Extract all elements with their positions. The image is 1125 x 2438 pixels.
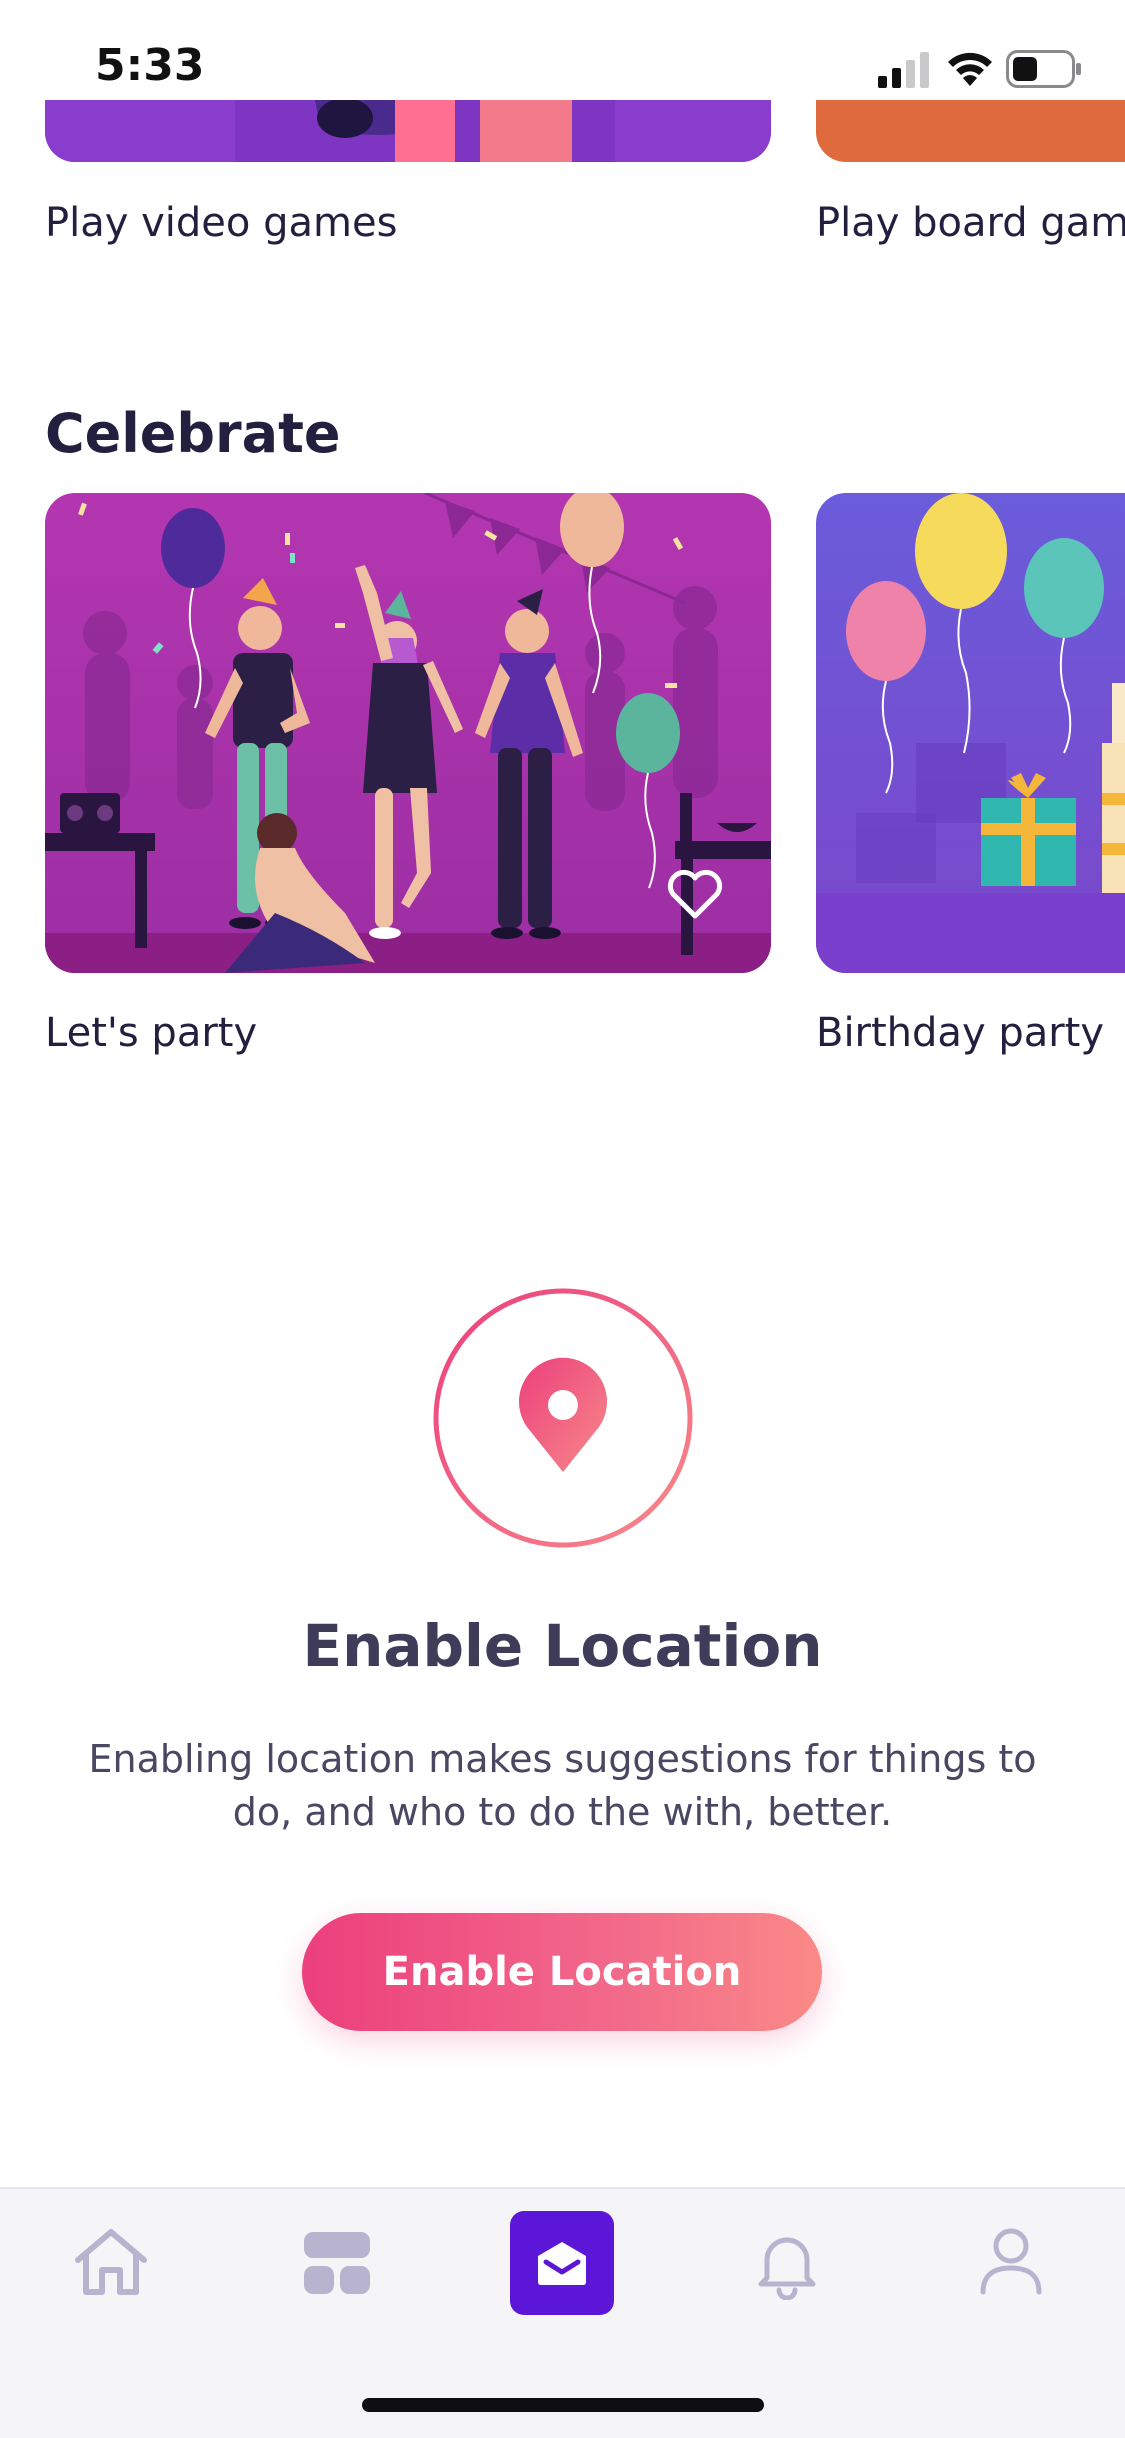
- grid-icon: [304, 2232, 370, 2294]
- location-pin-icon: [432, 1287, 694, 1553]
- birthday-party-card-image[interactable]: [816, 493, 1125, 973]
- wifi-icon: [946, 48, 994, 92]
- description-line-2: do, and who to do the with, better.: [232, 1790, 893, 1834]
- board-games-label[interactable]: Play board gam: [816, 200, 1125, 246]
- bell-icon: [758, 2237, 816, 2301]
- board-games-card-image[interactable]: [816, 100, 1125, 162]
- tab-inbox[interactable]: [510, 2211, 614, 2315]
- lets-party-label[interactable]: Let's party: [45, 1010, 257, 1056]
- section-title-celebrate: Celebrate: [45, 402, 341, 465]
- tab-profile[interactable]: [978, 2226, 1044, 2300]
- status-time: 5:33: [95, 40, 205, 91]
- cellular-signal-icon: [878, 50, 934, 92]
- birthday-party-label[interactable]: Birthday party: [816, 1010, 1104, 1056]
- enable-location-description: Enabling location makes suggestions for …: [80, 1733, 1045, 1839]
- lets-party-card-image[interactable]: [45, 493, 771, 973]
- inbox-icon: [538, 2242, 586, 2285]
- home-indicator[interactable]: [362, 2398, 764, 2412]
- tab-explore[interactable]: [302, 2230, 372, 2300]
- profile-icon: [980, 2228, 1042, 2295]
- tab-notifications[interactable]: [755, 2228, 819, 2304]
- tab-home[interactable]: [70, 2226, 152, 2302]
- description-line-1: Enabling location makes suggestions for …: [88, 1737, 1037, 1781]
- video-games-label[interactable]: Play video games: [45, 200, 397, 246]
- home-icon: [75, 2229, 147, 2295]
- video-games-card-image[interactable]: [45, 100, 771, 162]
- enable-location-button[interactable]: Enable Location: [302, 1913, 822, 2031]
- heart-icon[interactable]: [665, 866, 725, 926]
- enable-location-title: Enable Location: [302, 1612, 823, 1680]
- battery-icon: [1006, 50, 1082, 92]
